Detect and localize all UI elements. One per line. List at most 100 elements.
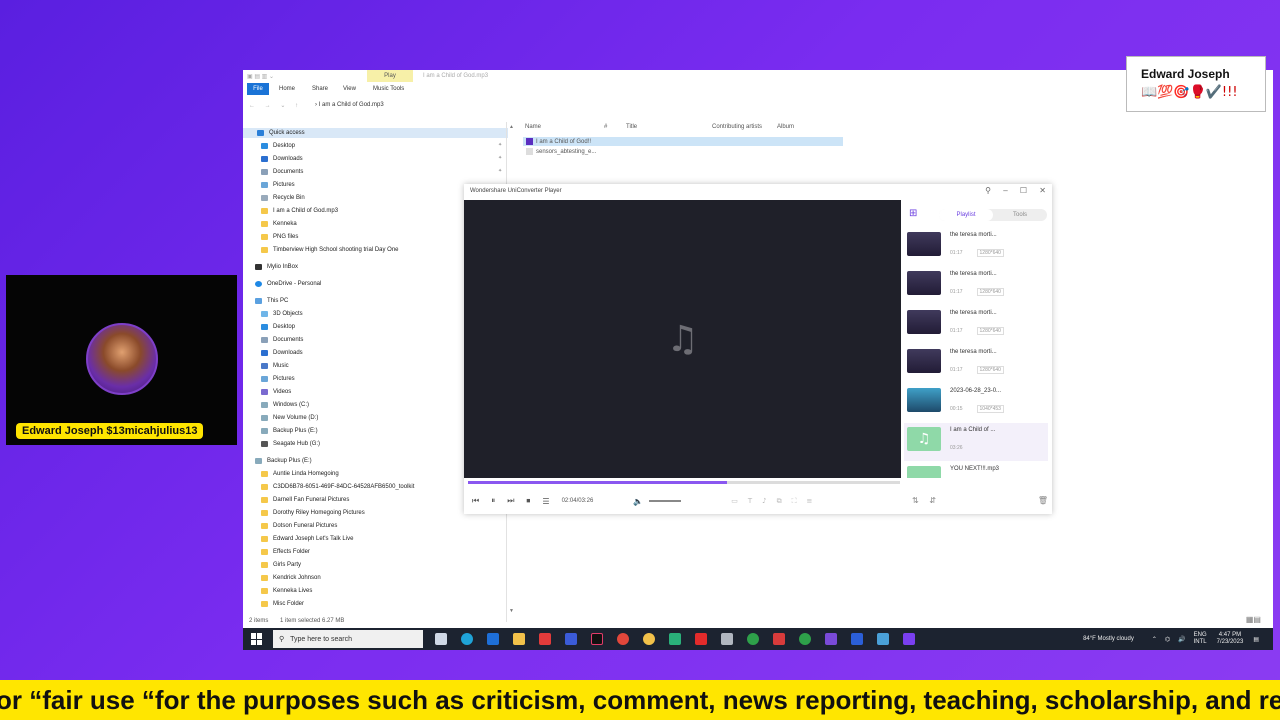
nav-item-drive-e[interactable]: Backup Plus (E:) xyxy=(261,426,318,436)
tab-tools[interactable]: Tools xyxy=(993,209,1047,221)
tab-view[interactable]: View xyxy=(343,86,356,92)
nav-item-folder[interactable]: Edward Joseph Let's Talk Live xyxy=(261,534,353,544)
app-icon[interactable] xyxy=(721,633,733,645)
subtitle-icon[interactable]: T xyxy=(748,497,752,505)
tab-file[interactable]: File xyxy=(247,83,269,95)
nav-quick-access[interactable]: Quick access xyxy=(243,128,508,138)
clock[interactable]: 4:47 PM 7/23/2023 xyxy=(1217,632,1244,646)
nav-item-folder[interactable]: Girls Party xyxy=(261,560,301,570)
uniconverter-icon[interactable] xyxy=(903,633,915,645)
filter-icon[interactable]: ⇵ xyxy=(929,496,936,505)
nav-item-folder[interactable]: Misc Folder xyxy=(261,599,304,609)
nav-item-recycle-bin[interactable]: Recycle Bin xyxy=(261,193,305,203)
playlist-item[interactable]: the teresa morti... 01:17 1280*640 xyxy=(904,306,1048,344)
next-icon[interactable]: ⏭ xyxy=(507,496,514,506)
nav-item-folder[interactable]: I am a Child of God.mp3 xyxy=(261,206,338,216)
scroll-down-icon[interactable]: ▼ xyxy=(509,608,514,614)
tab-play[interactable]: Play xyxy=(367,70,413,82)
address-bar[interactable]: ← → ⌄ ↑ › I am a Child of God.mp3 xyxy=(243,98,1273,114)
column-name[interactable]: Name xyxy=(525,124,541,130)
add-file-icon[interactable]: ⊞ xyxy=(909,208,917,219)
chrome-icon[interactable] xyxy=(643,633,655,645)
menu-icon[interactable]: ≡ xyxy=(807,497,813,505)
audio-track-icon[interactable]: ♪ xyxy=(762,497,766,505)
playlist-item[interactable]: the teresa morti... 01:17 1280*640 xyxy=(904,228,1048,266)
close-icon[interactable]: ✕ xyxy=(1039,186,1046,195)
chrome-icon[interactable] xyxy=(747,633,759,645)
nav-item-drive-c[interactable]: Windows (C:) xyxy=(261,400,309,410)
scroll-up-icon[interactable]: ▲ xyxy=(509,124,514,130)
nav-item-folder[interactable]: Kenneka xyxy=(261,219,297,229)
playlist-item[interactable]: YOU NEXT!!!.mp3 xyxy=(904,462,1048,478)
edge-icon[interactable] xyxy=(461,633,473,645)
minimize-icon[interactable]: – xyxy=(1003,186,1007,195)
speaker-icon[interactable]: 🔊 xyxy=(1178,636,1185,643)
nav-item-3d-objects[interactable]: 3D Objects xyxy=(261,309,303,319)
fullscreen-icon[interactable]: ⛶ xyxy=(792,497,797,506)
nav-item-onedrive[interactable]: OneDrive - Personal xyxy=(255,279,321,289)
windows-start-icon[interactable] xyxy=(251,633,263,645)
volume-slider[interactable] xyxy=(649,500,682,502)
nav-item-backup-drive[interactable]: Backup Plus (E:) xyxy=(255,456,312,466)
taskbar-search[interactable]: ⚲ Type here to search xyxy=(273,630,423,648)
file-explorer-icon[interactable] xyxy=(513,633,525,645)
nav-item-folder[interactable]: Auntie Linda Homegoing xyxy=(261,469,339,479)
aspect-icon[interactable]: ▭ xyxy=(731,497,738,505)
nav-item-folder[interactable]: Dotson Funeral Pictures xyxy=(261,521,337,531)
screenshot-icon[interactable]: ⧉ xyxy=(777,497,782,506)
column-title[interactable]: Title xyxy=(626,124,637,130)
trash-icon[interactable]: 🗑 xyxy=(1038,496,1048,505)
nav-item-folder[interactable]: Kendrick Johnson xyxy=(261,573,321,583)
sort-icon[interactable]: ⇅ xyxy=(912,496,919,505)
nav-buttons[interactable]: ← → ⌄ ↑ xyxy=(249,102,302,109)
nav-item-desktop[interactable]: Desktop xyxy=(261,141,295,151)
tab-share[interactable]: Share xyxy=(312,86,328,92)
nav-item-desktop[interactable]: Desktop xyxy=(261,322,295,332)
mail-icon[interactable] xyxy=(487,633,499,645)
view-toggle-icons[interactable]: ▦▤ xyxy=(1246,615,1261,624)
nav-item-folder[interactable]: Timberview High School shooting trial Da… xyxy=(261,245,399,255)
tray-chevron-icon[interactable]: ⌃ xyxy=(1152,636,1157,643)
tab-playlist[interactable]: Playlist xyxy=(939,209,993,221)
nav-item-folder[interactable]: Kenneka Lives xyxy=(261,586,312,596)
playlist-item[interactable]: 2023-06-28_23-0... 00:15 1040*453 xyxy=(904,384,1048,422)
file-row[interactable]: I am a Child of God!! xyxy=(523,137,843,146)
maximize-icon[interactable]: ☐ xyxy=(1020,186,1027,195)
tab-home[interactable]: Home xyxy=(279,86,295,92)
opera-icon[interactable] xyxy=(617,633,629,645)
address-path[interactable]: › I am a Child of God.mp3 xyxy=(315,102,384,108)
tiktok-icon[interactable] xyxy=(591,633,603,645)
nav-item-documents[interactable]: Documents xyxy=(261,335,303,345)
nav-item-drive-g[interactable]: Seagate Hub (G:) xyxy=(261,439,320,449)
column-album[interactable]: Album xyxy=(777,124,794,130)
nav-item-music[interactable]: Music xyxy=(261,361,289,371)
nav-item-documents[interactable]: Documents xyxy=(261,167,303,177)
app-icon[interactable] xyxy=(669,633,681,645)
pause-icon[interactable]: ⏸ xyxy=(491,496,495,506)
app-icon[interactable] xyxy=(877,633,889,645)
nav-item-pictures[interactable]: Pictures xyxy=(261,374,295,384)
playlist-mode-icon[interactable]: ☰ xyxy=(542,497,549,506)
quick-access-toolbar[interactable]: ▣ ▤ ▥ ⌄ xyxy=(247,73,274,80)
notifications-icon[interactable]: ▤ xyxy=(1253,636,1259,643)
nav-item-mylio[interactable]: Mylio InBox xyxy=(255,262,298,272)
word-icon[interactable] xyxy=(851,633,863,645)
task-view-icon[interactable] xyxy=(435,633,447,645)
column-number[interactable]: # xyxy=(604,124,607,130)
playlist-item[interactable]: the teresa morti... 01:17 1280*640 xyxy=(904,345,1048,383)
file-row[interactable]: sensors_abtesting_e... xyxy=(523,147,843,156)
nav-item-pictures[interactable]: Pictures xyxy=(261,180,295,190)
nav-item-folder[interactable]: Darnell Fan Funeral Pictures xyxy=(261,495,349,505)
video-area[interactable]: ♫ xyxy=(464,200,901,478)
youtube-icon[interactable] xyxy=(695,633,707,645)
volume-icon[interactable]: 🔈 xyxy=(633,497,643,506)
network-icon[interactable]: ⌬ xyxy=(1165,636,1170,643)
nav-item-folder[interactable]: C3DD6B78-6051-469F-84DC-64528AFB6500_too… xyxy=(261,482,414,492)
app-icon[interactable] xyxy=(773,633,785,645)
nav-item-drive-d[interactable]: New Volume (D:) xyxy=(261,413,318,423)
stop-icon[interactable]: ⏹ xyxy=(526,496,530,506)
chrome-icon[interactable] xyxy=(799,633,811,645)
app-icon[interactable] xyxy=(539,633,551,645)
nav-item-folder[interactable]: Effects Folder xyxy=(261,547,310,557)
nav-item-folder[interactable]: Dorothy Riley Homegoing Pictures xyxy=(261,508,365,518)
